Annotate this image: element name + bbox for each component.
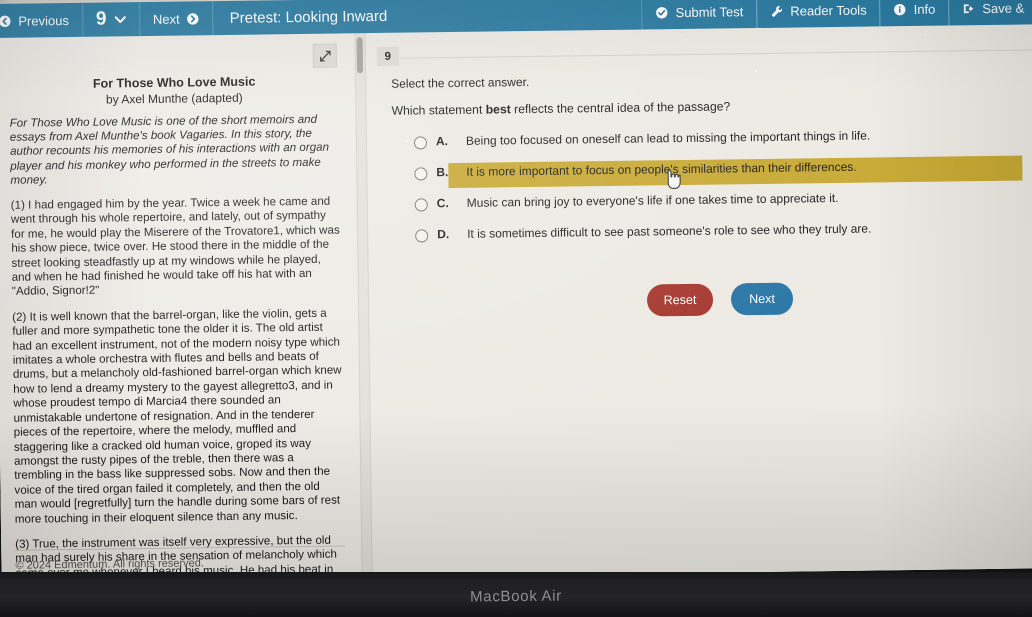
answer-choice-list: A. Being too focused on oneself can lead… [370,124,1032,257]
answer-choice-d[interactable]: D. It is sometimes difficult to see past… [371,217,1032,251]
question-number-dropdown[interactable]: 9 [82,2,141,37]
info-label: Info [913,1,936,17]
laptop-screen: Previous 9 Next Pretest: Looking Inward [0,0,1032,582]
save-and-exit-button[interactable]: Save & [948,0,1032,26]
toolbar-right-group: Submit Test Reader Tools Info Save & [641,0,1032,30]
chevron-right-circle-icon [187,12,200,25]
save-and-exit-label: Save & [982,0,1025,16]
question-stem-part2: reflects the central idea of the passage… [510,99,731,117]
question-directions: Select the correct answer. [391,75,530,91]
choice-letter-c: C. [436,196,449,211]
submit-test-button[interactable]: Submit Test [641,0,758,30]
question-stem-part1: Which statement [391,102,486,118]
answer-choice-c[interactable]: C. Music can bring joy to everyone's lif… [371,186,1032,220]
chevron-down-icon [114,15,126,24]
question-pane: 9 Select the correct answer. Which state… [368,24,1032,578]
next-button[interactable]: Next [730,282,794,316]
question-stem: Which statement best reflects the centra… [391,99,730,117]
question-action-buttons: Reset Next [646,282,794,317]
expand-diagonal-icon [318,49,331,62]
passage-toolbar [9,41,339,71]
submit-test-label: Submit Test [675,3,744,20]
test-content-area: For Those Who Love Music by Axel Munthe … [0,24,1032,582]
radio-button-c[interactable] [414,198,428,212]
question-header-rule [398,49,1032,59]
reader-tools-button[interactable]: Reader Tools [756,0,881,29]
radio-button-b[interactable] [414,167,428,181]
passage-paragraph-1: (1) I had engaged him by the year. Twice… [10,194,340,299]
chevron-left-circle-icon [0,14,11,27]
photo-of-laptop-screen: Previous 9 Next Pretest: Looking Inward [0,0,1032,617]
passage-pane[interactable]: For Those Who Love Music by Axel Munthe … [0,33,360,582]
question-number-badge: 9 [376,46,399,66]
laptop-bezel: MacBook Air [0,572,1032,617]
check-circle-icon [656,6,669,19]
next-button-toolbar[interactable]: Next [139,1,214,37]
previous-label: Previous [18,12,69,29]
reset-button[interactable]: Reset [646,283,714,317]
info-circle-icon [894,3,907,16]
wrench-icon [770,4,783,17]
passage-paragraph-2: (2) It is well known that the barrel-org… [12,306,342,526]
info-button[interactable]: Info [879,0,950,27]
radio-button-d[interactable] [415,229,429,243]
save-exit-icon [962,2,975,15]
previous-button[interactable]: Previous [0,2,84,38]
choice-letter-b: B. [436,165,449,180]
expand-passage-button[interactable] [312,43,337,68]
passage-author: by Axel Munthe (adapted) [105,90,243,107]
passage-intro: For Those Who Love Music is one of the s… [9,112,330,187]
passage-title: For Those Who Love Music [92,74,256,91]
macbook-air-label: MacBook Air [469,587,563,606]
radio-button-a[interactable] [413,136,428,150]
reader-tools-label: Reader Tools [790,2,867,19]
question-number-value: 9 [95,8,108,30]
next-label-toolbar: Next [152,11,180,27]
answer-choice-a[interactable]: A. Being too focused on oneself can lead… [370,124,1032,158]
question-stem-emphasis: best [485,102,511,117]
choice-letter-a: A. [435,134,449,149]
answer-choice-b[interactable]: B. It is more important to focus on peop… [370,155,1032,189]
page-title: Pretest: Looking Inward [229,7,388,27]
copyright-notice: © 2024 Edmentum. All rights reserved. [15,545,346,572]
scrollbar-thumb[interactable] [356,37,364,74]
choice-letter-d: D. [437,227,450,242]
